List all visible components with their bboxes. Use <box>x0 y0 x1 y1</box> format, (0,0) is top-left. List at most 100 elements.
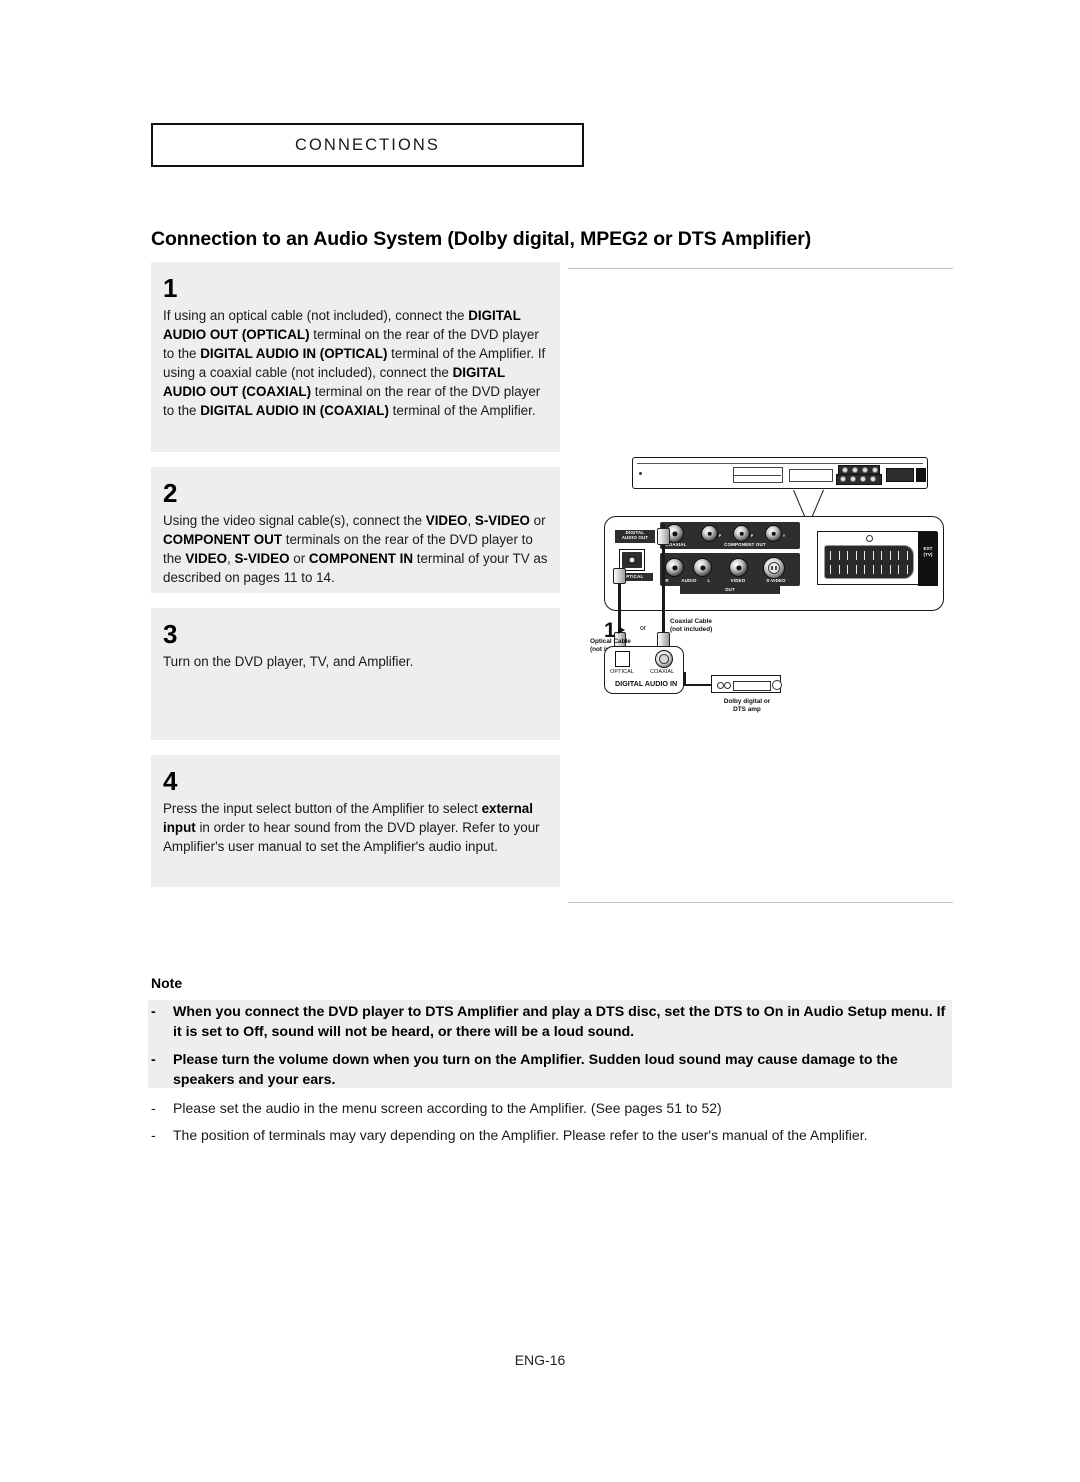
note-item-4: - The position of terminals may vary dep… <box>151 1126 951 1146</box>
step-2-number: 2 <box>163 478 178 508</box>
scart-pin <box>847 565 849 574</box>
scart-pin <box>889 565 891 574</box>
strip-screw-left <box>639 472 642 475</box>
strip-dot-6 <box>850 476 856 482</box>
scart-pin <box>855 565 857 574</box>
component-pr-jack-icon <box>701 525 718 542</box>
note-item-1: - When you connect the DVD player to DTS… <box>151 1003 951 1043</box>
component-out-label: COMPONENT OUT <box>724 542 766 547</box>
step-2-t2: , <box>467 512 475 528</box>
scart-pin <box>830 551 832 560</box>
step-1-t4: terminal of the Amplifier. <box>387 345 535 361</box>
video-out-jack-icon <box>729 558 748 577</box>
audio-r-jack-icon <box>665 558 684 577</box>
ext-tv-line1: EXT <box>923 546 933 551</box>
out-label: OUT <box>725 586 735 592</box>
step-1-t8: DIGITAL AUDIO IN (COAXIAL) <box>200 402 389 418</box>
chapter-title: CONNECTIONS <box>294 135 441 154</box>
leader-line-left <box>792 490 807 519</box>
note-dash-4: - <box>151 1127 156 1144</box>
step-3: 3 Turn on the DVD player, TV, and Amplif… <box>151 608 560 740</box>
step-2-t10: or <box>289 550 309 566</box>
divider-top <box>568 268 953 269</box>
note-item-3: - Please set the audio in the menu scree… <box>151 1099 951 1119</box>
svideo-pin-2 <box>775 566 777 568</box>
component-pr-mark: P <box>718 534 722 538</box>
note-text-3: Please set the audio in the menu screen … <box>173 1099 722 1116</box>
strip-dot-2 <box>852 466 858 473</box>
strip-dot-8 <box>870 476 876 482</box>
scart-pin <box>898 565 900 574</box>
amp-coax-inner <box>659 654 669 664</box>
step-2-t5: COMPONENT OUT <box>163 531 283 547</box>
optical-dot <box>628 556 636 564</box>
step-2-body: Using the video signal cable(s), connect… <box>163 511 548 587</box>
optical-cap-l1: Optical Cable <box>590 638 631 645</box>
amp-coaxial-label: COAXIAL <box>650 669 675 675</box>
scart-pin <box>838 565 840 574</box>
component-y-mark: Y <box>782 534 786 538</box>
step-2-t7: VIDEO <box>185 550 228 566</box>
audio-l-label: L <box>707 578 711 583</box>
step-2-t1: VIDEO <box>425 512 468 528</box>
scart-pin <box>838 551 840 560</box>
strip-dot-7 <box>860 476 866 482</box>
step-4-number: 4 <box>163 766 178 796</box>
step-1: 1 If using an optical cable (not include… <box>151 262 560 452</box>
digital-audio-out-label: DIGITAL AUDIO OUT <box>615 530 655 540</box>
strip-dot-1 <box>842 466 848 473</box>
svideo-pin-1 <box>771 566 773 568</box>
svideo-pin-4 <box>775 568 777 570</box>
amp-optical-inner <box>618 654 627 664</box>
coaxial-cap-l2: (not included) <box>670 626 713 633</box>
strip-dot-4 <box>872 466 878 473</box>
step-2-t3: S-VIDEO <box>474 512 530 528</box>
step-4: 4 Press the input select button of the A… <box>151 755 560 887</box>
step-2-t11: COMPONENT IN <box>308 550 414 566</box>
step-1-body: If using an optical cable (not included)… <box>163 306 548 420</box>
coaxial-plug-upper <box>657 528 670 545</box>
step-4-body: Press the input select button of the Amp… <box>163 799 548 856</box>
strip-vent-line <box>733 475 781 476</box>
note-dash-2: - <box>151 1051 156 1068</box>
scart-connector-icon <box>824 545 914 579</box>
coaxial-cable-caption: Coaxial Cable (not included) <box>670 618 712 634</box>
scart-pin <box>906 565 908 574</box>
amp-optical-in-icon <box>615 651 630 667</box>
scart-pin <box>889 551 891 560</box>
chapter-header-box: CONNECTIONS <box>151 123 584 167</box>
note-list: - When you connect the DVD player to DTS… <box>151 1003 951 1154</box>
scart-pin <box>898 551 900 560</box>
scart-pin-row-bottom <box>830 565 908 574</box>
step-4-t2: in order to hear sound from the DVD play… <box>195 819 459 835</box>
digital-audio-in-label: DIGITAL AUDIO IN <box>615 679 678 688</box>
amp-volume-knob <box>772 680 782 690</box>
step-1-t9: terminal of the Amplifier. <box>388 402 536 418</box>
amplifier-unit-icon <box>711 675 782 693</box>
scart-pin <box>864 565 866 574</box>
svideo-pin-3 <box>771 568 773 570</box>
note-text-4: The position of terminals may vary depen… <box>173 1127 868 1144</box>
s-video-out-jack-icon <box>763 557 785 579</box>
strip-top-line <box>637 463 923 464</box>
step-4-t0: Press the input select button of the Amp… <box>163 800 482 816</box>
connection-diagram: DIGITAL AUDIO OUT OPTICAL COAXIAL COMPON… <box>590 450 956 750</box>
ext-tv-line2: (TV) <box>923 551 933 557</box>
steps-list: 1 If using an optical cable (not include… <box>151 262 560 902</box>
strip-scart <box>886 468 914 482</box>
leader-line-right <box>810 489 824 519</box>
amp-display <box>733 681 771 691</box>
step-3-body: Turn on the DVD player, TV, and Amplifie… <box>163 653 414 669</box>
step-2-t9: S-VIDEO <box>234 550 290 566</box>
strip-vent-b <box>789 469 833 482</box>
note-heading: Note <box>151 975 183 991</box>
amp-optical-label: OPTICAL <box>610 669 634 675</box>
amp-cap-l1: Dolby digital or <box>723 698 771 705</box>
component-pb-jack-icon <box>733 525 750 542</box>
step-1-t0: If using an optical cable (not included)… <box>163 307 469 323</box>
page-footer: ENG-16 <box>514 1352 566 1368</box>
step-2-t0: Using the video signal cable(s), connect… <box>163 512 426 528</box>
scart-pin <box>830 565 832 574</box>
scart-pin <box>855 551 857 560</box>
audio-label: AUDIO <box>681 578 697 583</box>
